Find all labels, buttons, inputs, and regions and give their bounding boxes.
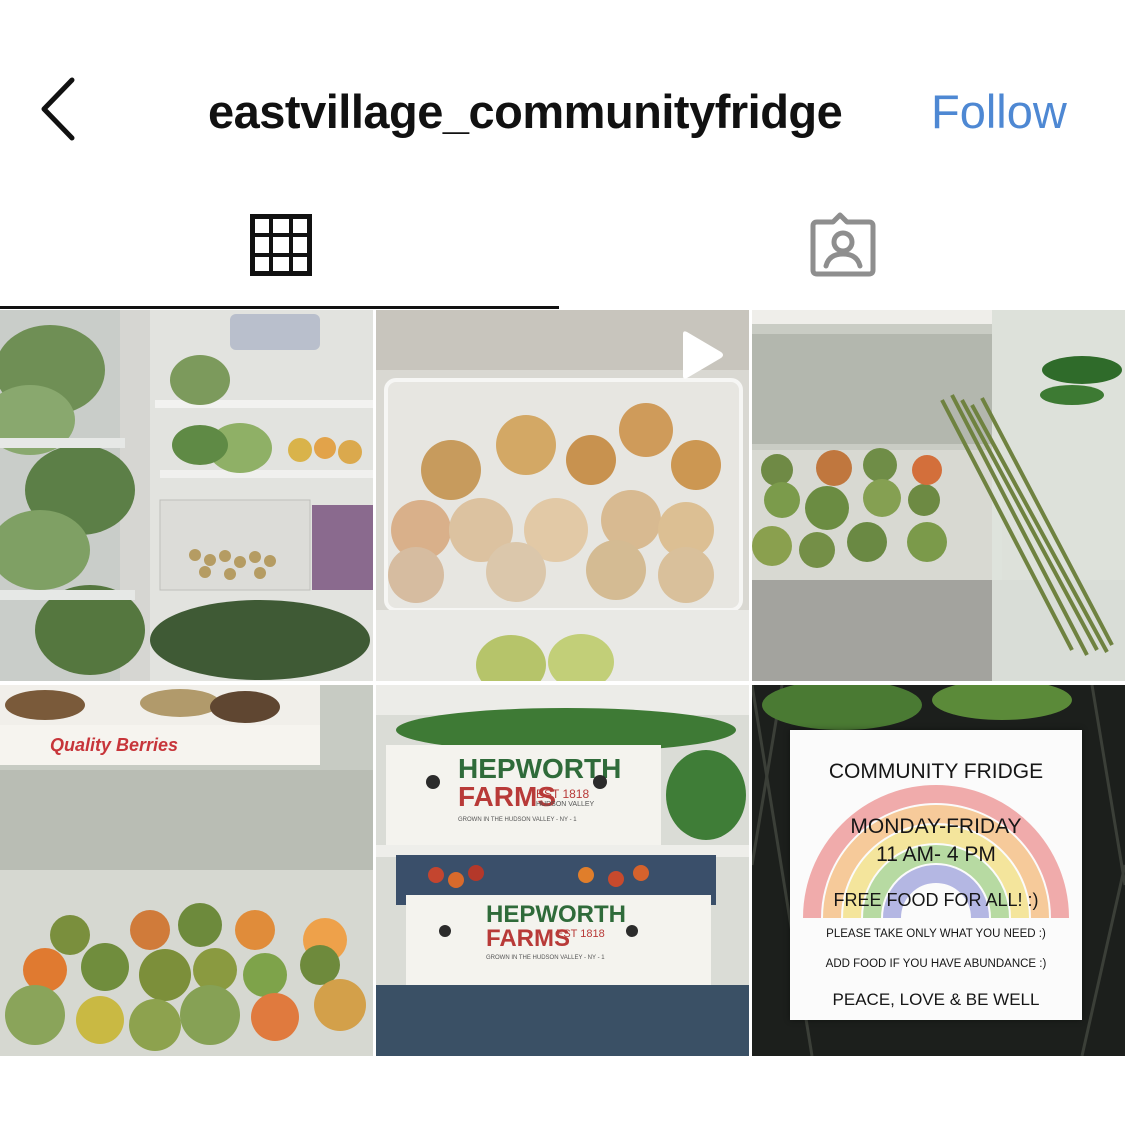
active-tab-indicator xyxy=(0,306,559,309)
tab-posts-grid[interactable] xyxy=(0,190,562,307)
grid-icon xyxy=(250,214,312,276)
handhole xyxy=(626,925,638,937)
profile-username: eastvillage_communityfridge xyxy=(208,85,843,138)
post-thumbnail-3[interactable] xyxy=(752,310,1125,681)
sign-line-add: ADD FOOD IF YOU HAVE ABUNDANCE :) xyxy=(825,958,1047,970)
crate-est: EST 1818 xyxy=(536,787,590,801)
post-thumbnail-5[interactable]: HEPWORTH FARMS EST 1818 HUDSON VALLEY GR… xyxy=(376,685,749,1056)
follow-button[interactable]: Follow xyxy=(931,84,1067,139)
tagged-person-icon xyxy=(810,212,876,277)
hepworth-crate-top: HEPWORTH FARMS EST 1818 HUDSON VALLEY GR… xyxy=(386,745,661,845)
sign-title: COMMUNITY FRIDGE xyxy=(828,760,1044,783)
sign-hours: 11 AM- 4 PM xyxy=(876,843,996,866)
chevron-left-icon xyxy=(41,77,75,141)
crate-label: Quality Berries xyxy=(0,685,320,765)
community-fridge-sign: COMMUNITY FRIDGE MONDAY-FRIDAY 11 AM- 4 … xyxy=(790,730,1082,1020)
posts-grid: Quality Berries HEPWORTH FARMS EST 1818 … xyxy=(0,310,1125,1056)
post-thumbnail-6[interactable]: COMMUNITY FRIDGE MONDAY-FRIDAY 11 AM- 4 … xyxy=(752,685,1125,1056)
sign-line-take: PLEASE TAKE ONLY WHAT YOU NEED :) xyxy=(826,928,1046,940)
crate-region: HUDSON VALLEY xyxy=(536,801,595,808)
play-icon xyxy=(683,331,723,379)
hepworth-crates-photo xyxy=(376,685,749,1056)
post-thumbnail-2[interactable] xyxy=(376,310,749,681)
sign-line-free-food: FREE FOOD FOR ALL! :) xyxy=(833,890,1039,910)
crate-est: EST 1818 xyxy=(556,928,605,940)
post-thumbnail-1[interactable] xyxy=(0,310,373,681)
fridge-cabbage-photo xyxy=(0,310,373,681)
crate-brand-text: Quality Berries xyxy=(50,735,179,755)
handhole xyxy=(593,775,607,789)
tomatoes-herbs-photo xyxy=(752,310,1125,681)
back-button[interactable] xyxy=(30,72,90,147)
profile-tabs xyxy=(0,190,1125,310)
handhole xyxy=(426,775,440,789)
sign-days: MONDAY-FRIDAY xyxy=(850,815,1022,838)
profile-header: eastvillage_communityfridge Follow xyxy=(0,0,1125,180)
crate-tagline: GROWN IN THE HUDSON VALLEY - NY - 1 xyxy=(486,955,605,961)
hepworth-crate-bottom: HEPWORTH FARMS EST 1818 GROWN IN THE HUD… xyxy=(406,895,711,985)
tab-tagged[interactable] xyxy=(562,190,1124,307)
sign-line-peace: PEACE, LOVE & BE WELL xyxy=(832,990,1040,1009)
handhole xyxy=(439,925,451,937)
crate-tagline: GROWN IN THE HUDSON VALLEY - NY - 1 xyxy=(458,817,577,823)
post-thumbnail-4[interactable]: Quality Berries xyxy=(0,685,373,1056)
